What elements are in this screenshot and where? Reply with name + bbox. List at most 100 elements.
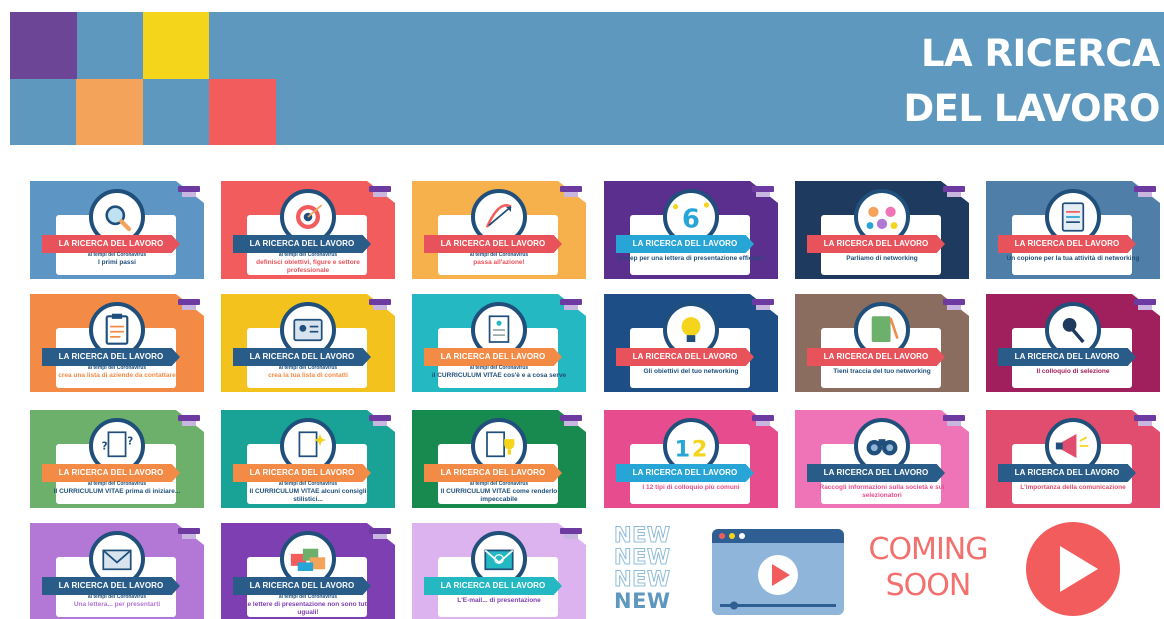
svg-text:6: 6 — [682, 204, 700, 234]
contacts-icon — [293, 318, 323, 342]
tile-subtitle: ai tempi del Coronavirus — [469, 252, 529, 258]
tile-caption: Il colloquio di selezione — [1036, 368, 1110, 375]
tile-subtitle: ai tempi del Coronavirus — [469, 481, 529, 487]
svg-text:?: ? — [102, 440, 108, 452]
tile-subtitle: ai tempi del Coronavirus — [278, 594, 338, 600]
clipboard-list-icon — [1061, 202, 1085, 232]
people-network-icon — [866, 206, 898, 229]
tile-ribbon-title: LA RICERCA DEL LAVORO — [233, 235, 371, 253]
envelopes-icon — [290, 548, 326, 571]
email-icon — [484, 549, 514, 571]
tile-ribbon-title: LA RICERCA DEL LAVORO — [233, 577, 371, 595]
logo-icon — [178, 183, 200, 203]
tile-caption: Il CURRICULUM VITAE alcuni consigli stil… — [249, 488, 367, 503]
tile-ribbon-title: LA RICERCA DEL LAVORO — [998, 348, 1136, 366]
tile-ribbon-title: LA RICERCA DEL LAVORO — [807, 348, 945, 366]
notebook-icon — [871, 316, 899, 342]
number-twelve-icon: 12 — [675, 436, 708, 462]
tile-caption: I primi passi — [98, 259, 136, 266]
video-tile[interactable]: LA RICERCA DEL LAVORO ai tempi del Corona… — [221, 294, 395, 392]
logo-icon — [1134, 183, 1156, 203]
logo-icon — [752, 296, 774, 316]
sparkle-document-icon — [298, 431, 326, 458]
video-tile[interactable]: LA RICERCA DEL LAVORO Parliamo di network… — [795, 181, 969, 279]
tile-ribbon-title: LA RICERCA DEL LAVORO — [424, 464, 562, 482]
tile-ribbon-title: LA RICERCA DEL LAVORO — [616, 348, 754, 366]
megaphone-icon — [1055, 434, 1089, 458]
video-tile[interactable]: LA RICERCA DEL LAVORO ai tempi del Corona… — [412, 181, 586, 279]
tile-caption: Le lettere di presentazione non sono tut… — [243, 601, 373, 616]
tile-ribbon-title: LA RICERCA DEL LAVORO — [424, 577, 562, 595]
tile-caption: definisci obiettivi, figure e settore pr… — [256, 259, 360, 274]
video-tile[interactable]: LA RICERCA DEL LAVORO ai tempi del Corona… — [221, 410, 395, 508]
tile-caption: I 12 tipi di colloquio più comuni — [642, 484, 740, 491]
microphone-icon — [1062, 318, 1085, 344]
tile-caption: Tieni traccia del tuo networking — [833, 368, 931, 375]
logo-icon — [560, 296, 582, 316]
video-tile[interactable]: 1 2 LA RICERCA DEL LAVORO I 12 tipi di coll… — [604, 410, 778, 508]
tile-subtitle: ai tempi del Coronavirus — [87, 365, 147, 371]
video-tile[interactable]: LA RICERCA DEL LAVORO Raccogli informazio… — [795, 410, 969, 508]
question-document-icon: ?? — [102, 431, 133, 458]
tile-caption: il CURRICULUM VITAE cos'è e a cosa serve — [431, 372, 567, 379]
video-tile[interactable]: LA RICERCA DEL LAVORO Gli obiettivi del t… — [604, 294, 778, 392]
tile-caption: crea la tua lista di contatti — [268, 372, 348, 379]
video-tile[interactable]: LA RICERCA DEL LAVORO ai tempi del Corona… — [30, 523, 204, 619]
video-tile[interactable]: LA RICERCA DEL LAVORO ai tempi del Corona… — [30, 181, 204, 279]
coming-soon-label: COMING SOON — [866, 532, 990, 604]
tile-ribbon-title: LA RICERCA DEL LAVORO — [42, 577, 180, 595]
logo-icon — [752, 183, 774, 203]
tile-caption: L'importanza della comunicazione — [1020, 484, 1126, 491]
tile-caption: Raccogli informazioni sulla società e su… — [819, 484, 945, 499]
tile-subtitle: ai tempi del Coronavirus — [469, 365, 529, 371]
video-tile[interactable]: LA RICERCA DEL LAVORO ai tempi del Corona… — [412, 410, 586, 508]
logo-icon — [1134, 412, 1156, 432]
video-tile[interactable]: ?? LA RICERCA DEL LAVORO ai tempi del Coro… — [30, 410, 204, 508]
lightbulb-icon — [681, 317, 701, 342]
tile-ribbon-title: LA RICERCA DEL LAVORO — [42, 464, 180, 482]
tile-ribbon-title: LA RICERCA DEL LAVORO — [424, 348, 562, 366]
video-tile[interactable]: LA RICERCA DEL LAVORO L'E-mail... di pres… — [412, 523, 586, 619]
video-tile[interactable]: LA RICERCA DEL LAVORO Un copione per la t… — [986, 181, 1160, 279]
tile-caption: passa all'azione! — [473, 259, 525, 266]
target-icon — [296, 204, 323, 229]
tile-caption: L'E-mail... di presentazione — [457, 597, 541, 604]
tile-caption: crea una lista di aziende da contattare — [58, 372, 176, 379]
new-word-3: NEW — [614, 567, 671, 591]
document-icon — [488, 315, 510, 343]
logo-icon — [369, 412, 391, 432]
video-tile[interactable]: LA RICERCA DEL LAVORO L'importanza della … — [986, 410, 1160, 508]
logo-icon — [178, 296, 200, 316]
tile-subtitle: ai tempi del Coronavirus — [87, 594, 147, 600]
video-tile[interactable]: LA RICERCA DEL LAVORO ai tempi del Corona… — [221, 523, 395, 619]
tile-subtitle: ai tempi del Coronavirus — [278, 481, 338, 487]
video-player-icon[interactable] — [710, 525, 846, 617]
logo-icon — [178, 525, 200, 545]
logo-icon — [752, 412, 774, 432]
svg-text:2: 2 — [692, 436, 708, 462]
tile-ribbon-title: LA RICERCA DEL LAVORO — [807, 235, 945, 253]
video-tile[interactable]: LA RICERCA DEL LAVORO ai tempi del Corona… — [30, 294, 204, 392]
video-tile[interactable]: LA RICERCA DEL LAVORO ai tempi del Corona… — [221, 181, 395, 279]
tile-ribbon-title: LA RICERCA DEL LAVORO — [233, 464, 371, 482]
tile-ribbon-title: LA RICERCA DEL LAVORO — [424, 235, 562, 253]
tile-caption: Un copione per la tua attività di networ… — [1006, 255, 1140, 262]
video-tile[interactable]: 6 LA RICERCA DEL LAVORO 6 step per una let… — [604, 181, 778, 279]
coming-soon-line2: SOON — [885, 568, 972, 603]
tile-ribbon-title: LA RICERCA DEL LAVORO — [233, 348, 371, 366]
tile-caption: Il CURRICULUM VITAE prima di iniziare... — [53, 488, 181, 495]
video-tile[interactable]: LA RICERCA DEL LAVORO Il colloquio di sel… — [986, 294, 1160, 392]
logo-icon — [943, 183, 965, 203]
video-tile[interactable]: LA RICERCA DEL LAVORO ai tempi del Corona… — [412, 294, 586, 392]
video-tile[interactable]: LA RICERCA DEL LAVORO Tieni traccia del t… — [795, 294, 969, 392]
tile-caption: Il CURRICULUM VITAE come renderlo impecc… — [440, 488, 558, 503]
tile-subtitle: ai tempi del Coronavirus — [87, 252, 147, 258]
logo-icon — [560, 412, 582, 432]
play-icon — [1026, 522, 1120, 616]
tile-caption: Una lettera... per presentarti — [73, 601, 161, 608]
tile-subtitle: ai tempi del Coronavirus — [278, 252, 338, 258]
play-button[interactable] — [1024, 520, 1122, 618]
logo-icon — [943, 412, 965, 432]
logo-icon — [369, 183, 391, 203]
logo-icon — [1134, 296, 1156, 316]
